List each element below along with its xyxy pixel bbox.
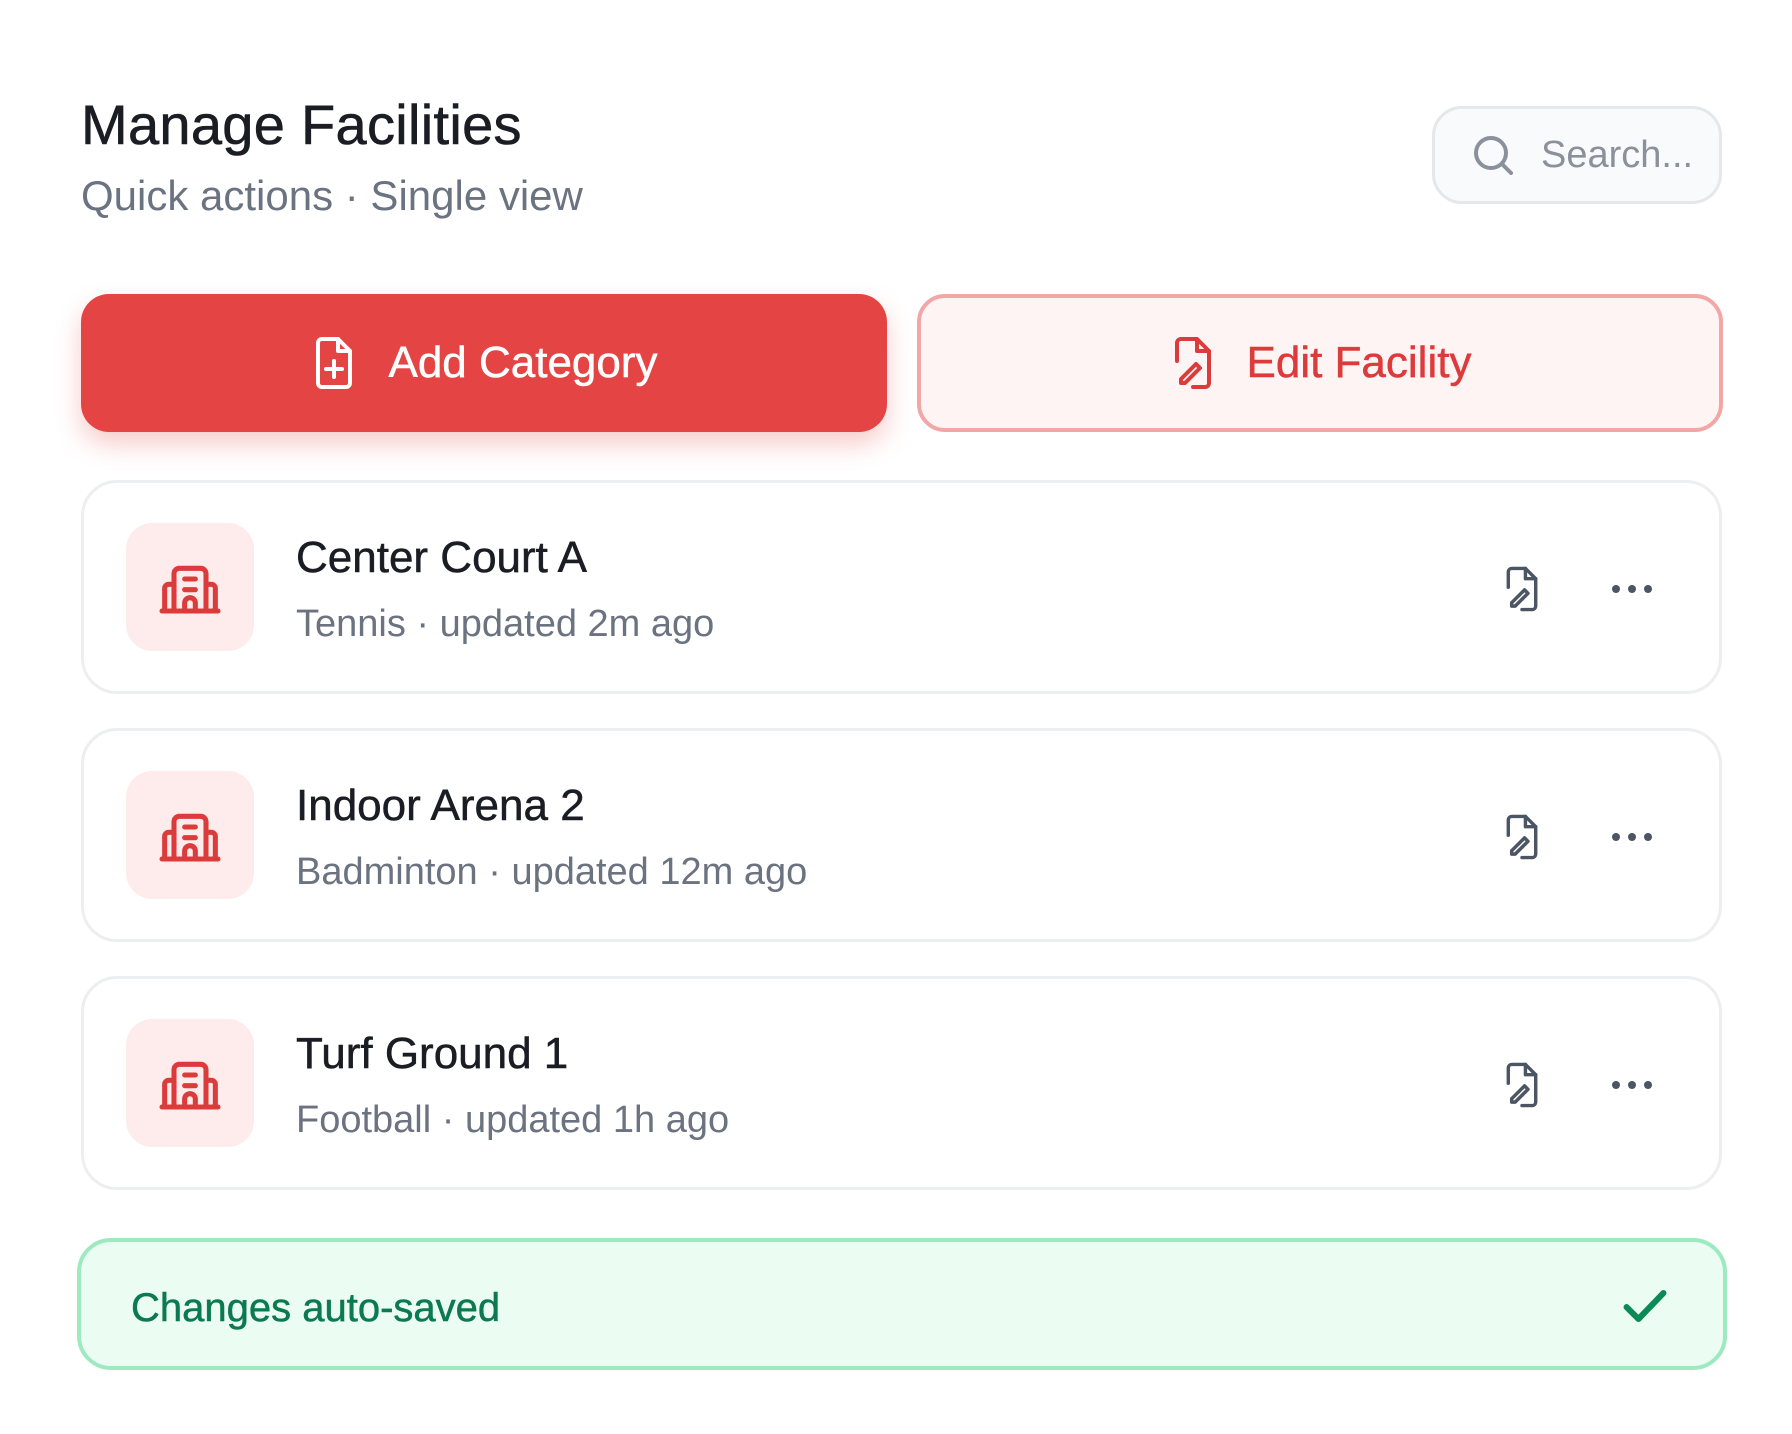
edit-facility-label: Edit Facility <box>1246 338 1472 388</box>
file-plus-icon <box>316 337 353 389</box>
building-icon <box>159 565 221 614</box>
search-box[interactable] <box>1432 106 1722 204</box>
building-icon <box>159 1061 221 1110</box>
page-title: Manage Facilities <box>81 93 522 157</box>
add-category-label: Add Category <box>388 338 658 388</box>
facility-card[interactable]: Indoor Arena 2 Badminton · updated 12m a… <box>81 728 1722 942</box>
facility-card[interactable]: Turf Ground 1 Football · updated 1h ago <box>81 976 1722 1190</box>
facility-name: Turf Ground 1 <box>296 1029 569 1079</box>
facility-name: Indoor Arena 2 <box>296 781 585 831</box>
more-horizontal-icon <box>1612 585 1652 593</box>
facility-icon-tile <box>126 523 254 651</box>
file-edit-icon <box>1506 814 1538 860</box>
edit-facility-icon-button[interactable] <box>1494 809 1550 865</box>
file-edit-icon <box>1174 337 1211 389</box>
manage-facilities-page: Manage Facilities Quick actions · Single… <box>0 0 1792 1434</box>
edit-facility-button[interactable]: Edit Facility <box>917 294 1723 432</box>
facility-name: Center Court A <box>296 533 588 583</box>
file-edit-icon <box>1506 566 1538 612</box>
file-edit-icon <box>1506 1062 1538 1108</box>
facility-meta: Tennis · updated 2m ago <box>296 603 715 645</box>
building-icon <box>159 813 221 862</box>
facility-icon-tile <box>126 1019 254 1147</box>
action-bar: Add Category Edit Facility <box>81 294 1723 432</box>
search-icon <box>1474 136 1513 175</box>
facility-card[interactable]: Center Court A Tennis · updated 2m ago <box>81 480 1722 694</box>
more-horizontal-icon <box>1612 833 1652 841</box>
autosave-status-text: Changes auto-saved <box>131 1286 501 1331</box>
facility-meta: Badminton · updated 12m ago <box>296 851 808 893</box>
page-subtitle: Quick actions · Single view <box>81 172 583 219</box>
page-header: Manage Facilities Quick actions · Single… <box>81 92 1722 232</box>
more-horizontal-icon <box>1612 1081 1652 1089</box>
edit-facility-icon-button[interactable] <box>1494 561 1550 617</box>
autosave-status-banner: Changes auto-saved <box>77 1238 1727 1370</box>
add-category-button[interactable]: Add Category <box>81 294 887 432</box>
edit-facility-icon-button[interactable] <box>1494 1057 1550 1113</box>
facility-icon-tile <box>126 771 254 899</box>
search-input[interactable] <box>1541 133 1711 177</box>
more-options-button[interactable] <box>1604 561 1660 617</box>
more-options-button[interactable] <box>1604 809 1660 865</box>
more-options-button[interactable] <box>1604 1057 1660 1113</box>
facility-meta: Football · updated 1h ago <box>296 1099 730 1141</box>
check-icon <box>1623 1289 1667 1323</box>
